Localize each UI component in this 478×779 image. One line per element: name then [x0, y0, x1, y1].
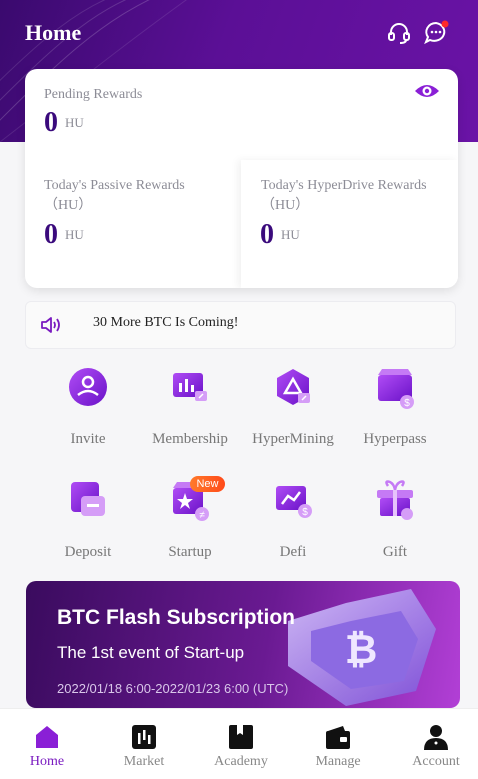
market-chart-icon [131, 724, 157, 750]
page-title: Home [25, 20, 82, 45]
hyperpass-icon: $ [372, 365, 418, 411]
speaker-icon [40, 315, 62, 340]
menu-hyperpass[interactable]: $ Hyperpass [345, 365, 445, 448]
eye-icon[interactable] [414, 81, 440, 101]
hyperdrive-rewards-label: Today's HyperDrive Rewards [261, 178, 427, 193]
tab-label: Manage [315, 754, 361, 769]
passive-rewards-label: Today's Passive Rewards [44, 178, 185, 193]
book-icon [228, 724, 254, 750]
wallet-icon [325, 724, 351, 750]
passive-rewards-unit-label: （HU） [44, 198, 93, 213]
hyperdrive-rewards-value: 0 [260, 219, 274, 250]
headset-icon[interactable] [386, 20, 412, 46]
menu-startup[interactable]: ≠ Startup [140, 478, 240, 561]
banner-title: BTC Flash Subscription [57, 606, 296, 629]
menu-invite[interactable]: Invite [38, 365, 138, 448]
tab-market[interactable]: Market [96, 709, 192, 779]
menu-label: Deposit [64, 544, 112, 560]
deposit-icon [65, 478, 111, 524]
tab-label: Home [29, 754, 65, 769]
rewards-card: Pending Rewards 0 HU Today's Passive Rew… [25, 69, 458, 288]
menu-hypermining[interactable]: HyperMining [243, 365, 343, 448]
new-badge: New [190, 476, 225, 492]
home-icon [34, 724, 60, 750]
membership-icon [167, 365, 213, 411]
pending-rewards-label: Pending Rewards [44, 87, 143, 102]
menu-membership[interactable]: Membership [140, 365, 240, 448]
pending-rewards-value: 0 [44, 107, 58, 138]
tab-label: Market [123, 754, 165, 769]
banner-dates: 2022/01/18 6:00-2022/01/23 6:00 (UTC) [57, 681, 289, 696]
hyperdrive-panel: Today's HyperDrive Rewards （HU） 0 HU [241, 160, 458, 288]
menu-label: Startup [168, 544, 212, 560]
tab-label: Account [412, 754, 460, 769]
menu-label: Gift [382, 544, 408, 560]
menu-deposit[interactable]: Deposit [38, 478, 138, 561]
tab-academy[interactable]: Academy [193, 709, 289, 779]
banner-subtitle: The 1st event of Start-up [57, 643, 245, 662]
announcement-bar[interactable]: 30 More BTC Is Coming! [25, 301, 456, 349]
invite-icon [65, 365, 111, 411]
svg-text:₿: ₿ [345, 628, 378, 672]
menu-label: Hyperpass [363, 431, 427, 447]
menu-label: HyperMining [252, 431, 334, 447]
announcement-text: 30 More BTC Is Coming! [93, 315, 239, 330]
tab-home[interactable]: Home [0, 709, 95, 779]
chat-bubble-icon[interactable] [423, 20, 449, 46]
menu-label: Defi [279, 544, 307, 560]
unread-dot [441, 20, 449, 28]
pending-rewards-unit: HU [65, 115, 84, 130]
hyperdrive-rewards-unit: HU [281, 227, 300, 242]
menu-defi[interactable]: $ Defi [243, 478, 343, 561]
gift-icon [372, 478, 418, 524]
tab-label: Academy [214, 754, 268, 769]
svg-text:$: $ [302, 507, 308, 518]
svg-text:≠: ≠ [199, 510, 205, 521]
menu-gift[interactable]: Gift [345, 478, 445, 561]
tab-manage[interactable]: Manage [290, 709, 386, 779]
hyperdrive-rewards-unit-label: （HU） [261, 198, 310, 213]
menu-label: Invite [70, 431, 106, 447]
defi-icon: $ [270, 478, 316, 524]
passive-rewards-value: 0 [44, 219, 58, 250]
user-icon [423, 724, 449, 750]
menu-label: Membership [152, 431, 228, 447]
hypermining-icon [270, 365, 316, 411]
tab-account[interactable]: Account [388, 709, 478, 779]
promo-banner[interactable]: ₿ BTC Flash Subscription The 1st event o… [26, 581, 460, 708]
passive-rewards-unit: HU [65, 227, 84, 242]
svg-text:$: $ [404, 398, 410, 409]
bottom-tab-bar: Home Market Academy Manage Account [0, 708, 478, 779]
